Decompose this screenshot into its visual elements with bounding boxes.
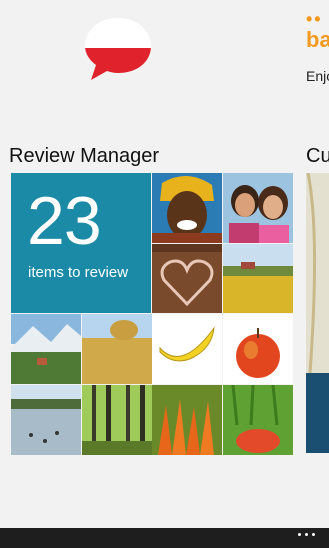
polish-flag-bubble-icon[interactable] [83, 16, 153, 82]
app-bar [0, 528, 329, 548]
section-title-review-manager[interactable]: Review Manager [9, 145, 159, 168]
review-count-label: items to review [28, 264, 129, 281]
heart-sign-photo[interactable] [152, 244, 222, 313]
hay-bale-photo[interactable] [82, 314, 152, 384]
more-options-icon[interactable] [298, 533, 315, 536]
app-logo-text: bab [306, 27, 329, 52]
section-title-next-peek[interactable]: Cu [306, 145, 329, 168]
next-section-peek-tiles[interactable] [306, 173, 329, 453]
mountain-village-photo[interactable] [11, 314, 81, 384]
smiling-woman-photo[interactable] [152, 173, 222, 243]
lake-birds-photo[interactable] [11, 385, 81, 455]
forest-photo[interactable] [82, 385, 152, 455]
review-count-value: 23 [27, 183, 102, 259]
apples-grass-photo[interactable] [223, 385, 293, 455]
app-logo-peek: •• bab [306, 10, 329, 70]
carrots-photo[interactable] [152, 385, 222, 455]
banana-photo[interactable] [152, 314, 222, 384]
two-girls-photo[interactable] [223, 173, 293, 243]
field-landscape-photo[interactable] [223, 244, 293, 313]
app-tagline-peek: Enjo [306, 68, 329, 84]
review-count-tile[interactable]: 23 items to review [11, 173, 151, 313]
apple-photo[interactable] [223, 314, 293, 384]
